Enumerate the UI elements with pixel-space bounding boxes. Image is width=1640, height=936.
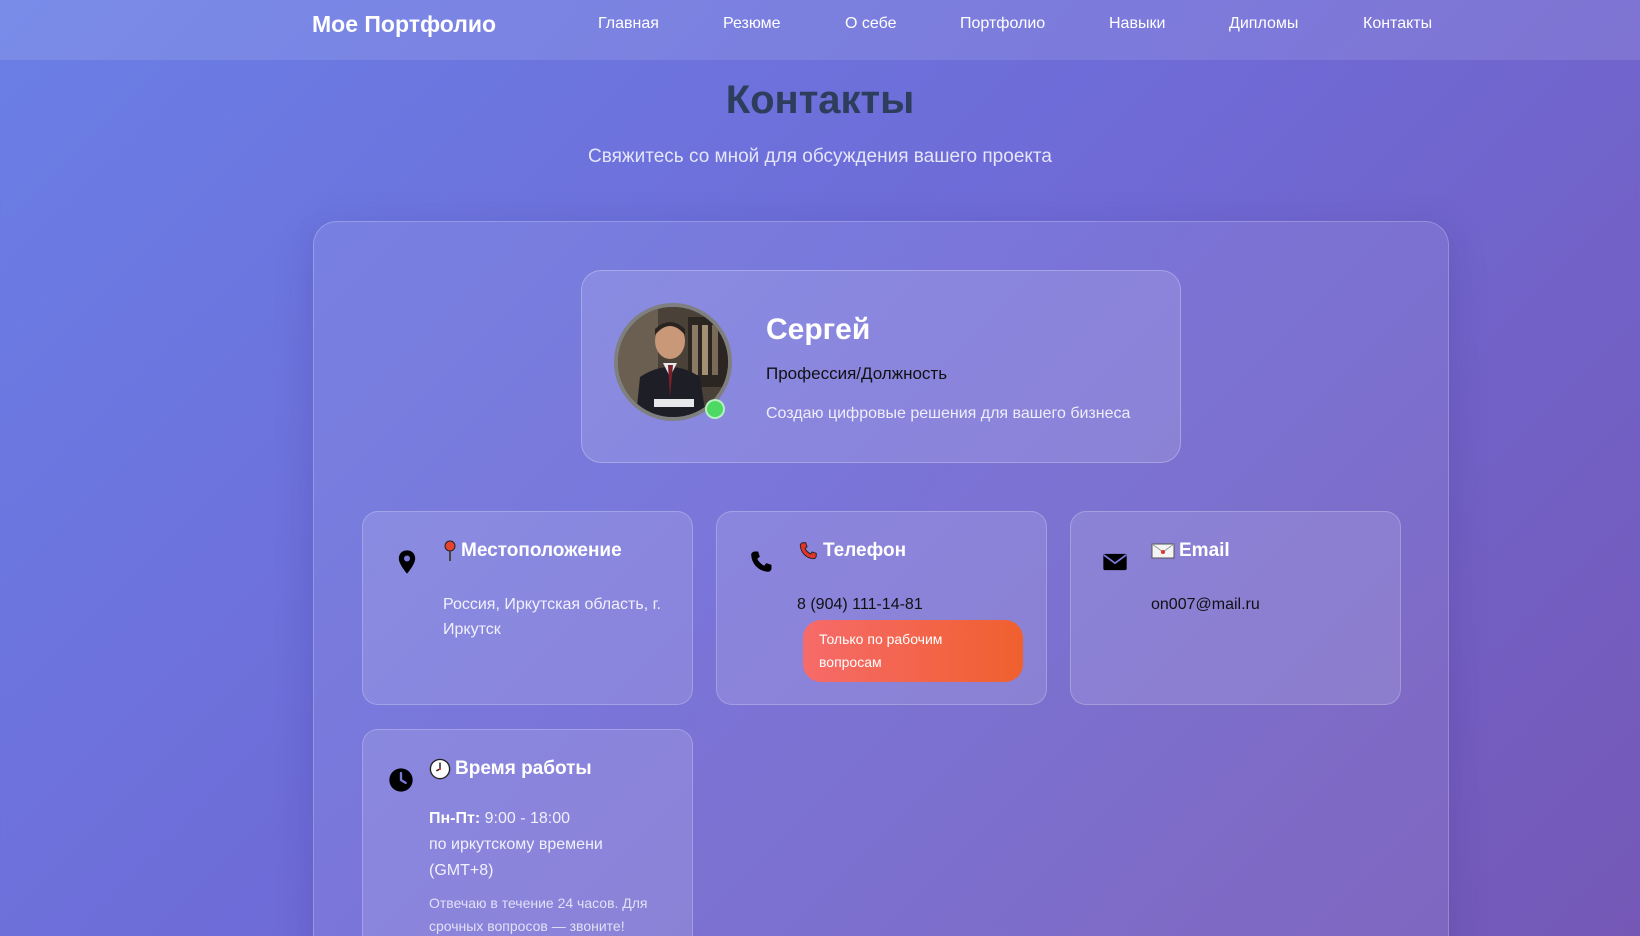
phone-icon	[751, 551, 772, 572]
nav-link-diplomas[interactable]: Дипломы	[1229, 15, 1298, 33]
telephone-receiver-icon	[799, 542, 817, 560]
clock-face-icon	[429, 758, 451, 780]
map-pin-icon	[398, 550, 416, 574]
hours-time: 9:00 - 18:00	[484, 810, 571, 827]
nav-link-about[interactable]: О себе	[845, 15, 897, 33]
phone-card: Телефон 8 (904) 111-14-81 Только по рабо…	[716, 511, 1047, 705]
top-navbar: Мое Портфолио Главная Резюме О себе Порт…	[0, 0, 1640, 60]
nav-link-resume[interactable]: Резюме	[723, 15, 781, 33]
nav-link-skills[interactable]: Навыки	[1109, 15, 1165, 33]
hours-schedule: Пн-Пт: 9:00 - 18:00 по иркутскому времен…	[429, 806, 679, 884]
hours-card: Время работы Пн-Пт: 9:00 - 18:00 по ирку…	[362, 729, 693, 936]
profile-card: Сергей Профессия/Должность Создаю цифров…	[581, 270, 1181, 463]
hours-note: Отвечаю в течение 24 часов. Для срочных …	[429, 895, 648, 934]
hours-timezone-line2: (GMT+8)	[429, 862, 494, 879]
phone-number[interactable]: 8 (904) 111-14-81	[797, 592, 1033, 617]
hours-timezone-line1: по иркутскому времени	[429, 836, 603, 853]
nav-link-contacts[interactable]: Контакты	[1363, 15, 1432, 33]
hours-title: Время работы	[429, 758, 592, 780]
hours-days: Пн-Пт:	[429, 810, 481, 827]
email-envelope-icon	[1151, 543, 1175, 559]
envelope-icon	[1103, 553, 1127, 571]
location-title: Местоположение	[443, 540, 622, 562]
online-status-dot	[705, 399, 725, 419]
location-text: Россия, Иркутская область, г. Иркутск	[443, 596, 661, 638]
nav-link-home[interactable]: Главная	[598, 15, 659, 33]
work-only-badge: Только по рабочим вопросам	[803, 620, 1023, 682]
email-title: Email	[1151, 540, 1230, 562]
hours-title-label: Время работы	[455, 758, 592, 780]
profile-name: Сергей	[766, 313, 871, 346]
phone-title: Телефон	[797, 540, 906, 562]
phone-title-label: Телефон	[823, 540, 907, 562]
main-nav: Главная Резюме О себе Портфолио Навыки Д…	[0, 15, 1640, 39]
location-title-label: Местоположение	[461, 540, 622, 562]
clock-icon	[389, 768, 413, 792]
email-card: Email on007@mail.ru	[1070, 511, 1401, 705]
page-title: Контакты	[725, 78, 915, 122]
profile-role: Профессия/Должность	[766, 364, 948, 383]
email-title-label: Email	[1179, 540, 1230, 561]
page-subtitle: Свяжитесь со мной для обсуждения вашего …	[588, 146, 1052, 167]
round-pushpin-icon	[444, 540, 456, 561]
email-address[interactable]: on007@mail.ru	[1151, 592, 1387, 617]
nav-link-portfolio[interactable]: Портфолио	[960, 15, 1045, 33]
location-card: Местоположение Россия, Иркутская область…	[362, 511, 693, 705]
profile-tagline: Создаю цифровые решения для вашего бизне…	[766, 405, 1131, 422]
